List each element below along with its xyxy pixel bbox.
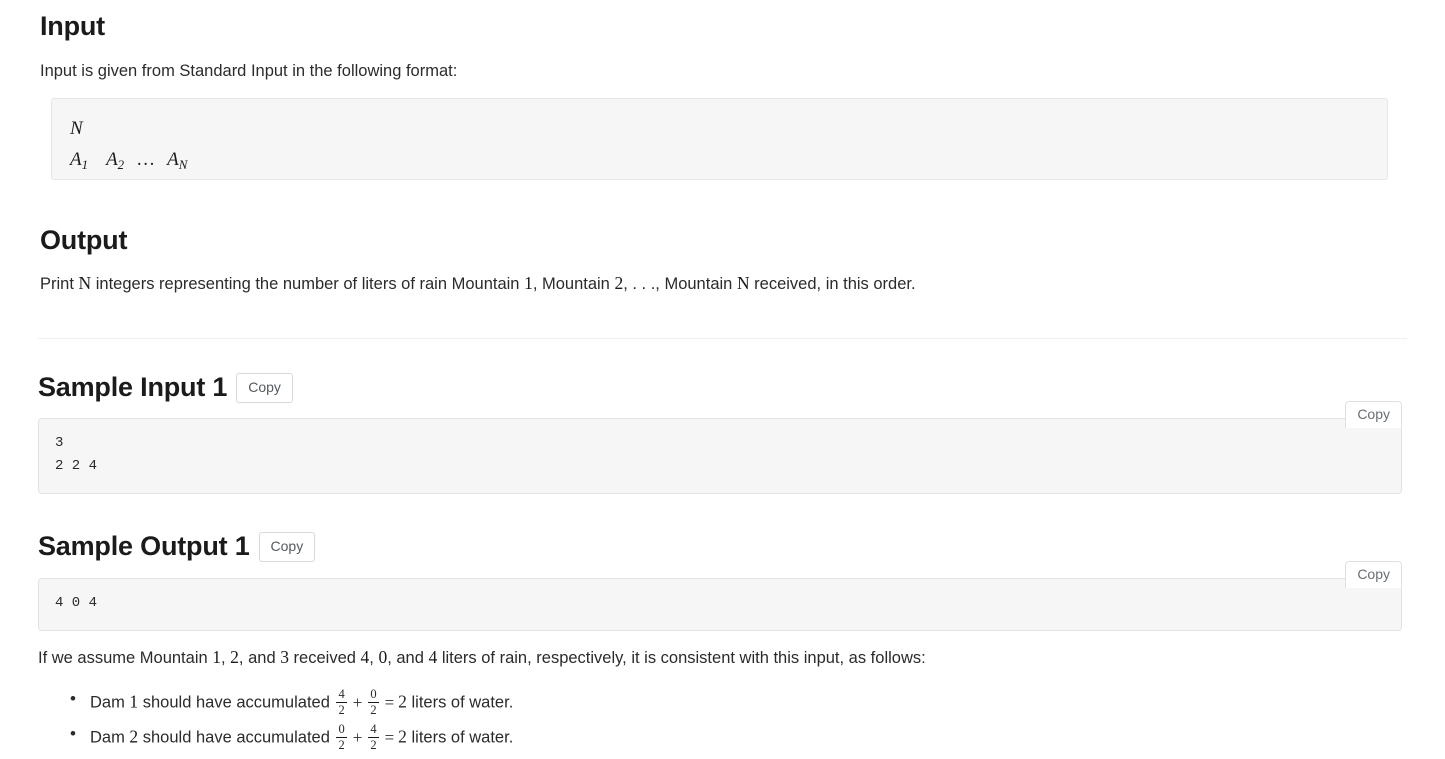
bullet-0-operator: + bbox=[352, 692, 363, 712]
bullet-0-prefix: Dam bbox=[90, 693, 130, 712]
variable-a1: A1 bbox=[70, 149, 89, 173]
output-desc-part4: , . . ., Mountain bbox=[623, 275, 737, 293]
bullet-0-index: 1 bbox=[129, 691, 139, 712]
sample-output-1-heading-row: Sample Output 1 Copy bbox=[38, 531, 316, 562]
variable-an: AN bbox=[167, 149, 188, 173]
sample-output-1-content[interactable]: 4 0 4 bbox=[55, 592, 1385, 615]
explanation-part4: received bbox=[288, 649, 361, 667]
bullet-1-equals: = bbox=[384, 727, 395, 747]
output-desc-part3: , Mountain bbox=[532, 275, 615, 293]
bullet-1-fraction-1: 02 bbox=[336, 722, 347, 753]
sample-input-1-copy-button[interactable]: Copy bbox=[236, 373, 293, 403]
output-desc-var-n-2: N bbox=[736, 273, 750, 293]
output-desc-part2: integers representing the number of lite… bbox=[91, 275, 525, 293]
output-description: Print N integers representing the number… bbox=[40, 271, 916, 297]
sample-output-1-inline-copy-button[interactable]: Copy bbox=[1345, 561, 1402, 588]
output-desc-num-2: 2 bbox=[614, 273, 624, 293]
output-section-heading: Output bbox=[40, 225, 128, 255]
explanation-bullet-list: Dam 1 should have accumulated 42+02=2 li… bbox=[54, 687, 514, 759]
explanation-num-1: 1 bbox=[212, 647, 221, 667]
bullet-0-equals: = bbox=[384, 692, 395, 712]
bullet-0-fraction-1: 42 bbox=[336, 687, 347, 718]
output-desc-var-n: N bbox=[78, 273, 92, 293]
input-section-heading: Input bbox=[40, 11, 105, 41]
bullet-0-fraction-2: 02 bbox=[368, 687, 379, 718]
sample-input-1-inline-copy-button[interactable]: Copy bbox=[1345, 401, 1402, 428]
bullet-1-index: 2 bbox=[129, 726, 139, 747]
explanation-paragraph: If we assume Mountain 1, 2, and 3 receiv… bbox=[38, 645, 926, 671]
sample-output-1-copy-button[interactable]: Copy bbox=[258, 532, 316, 562]
sample-input-1-heading: Sample Input 1 bbox=[38, 372, 228, 403]
variable-a2: A2 bbox=[106, 149, 125, 173]
sample-input-1-content[interactable]: 3 2 2 4 bbox=[55, 432, 1385, 478]
explanation-part1: If we assume Mountain bbox=[38, 649, 213, 667]
list-item: Dam 1 should have accumulated 42+02=2 li… bbox=[70, 687, 514, 718]
bullet-1-suffix: liters of water. bbox=[406, 728, 514, 747]
input-format-line-1: N bbox=[70, 113, 1369, 144]
explanation-num-2: 2 bbox=[230, 647, 239, 667]
explanation-part7: liters of rain, respectively, it is cons… bbox=[437, 649, 926, 667]
explanation-part3: , and bbox=[238, 649, 281, 667]
output-desc-part5: received, in this order. bbox=[749, 275, 916, 293]
variable-n: N bbox=[70, 118, 83, 139]
input-format-line-2: A1 A2 … AN bbox=[70, 144, 1369, 175]
bullet-1-result: 2 bbox=[398, 726, 407, 747]
bullet-1-fraction-2: 42 bbox=[368, 722, 379, 753]
bullet-0-result: 2 bbox=[398, 691, 407, 712]
input-description: Input is given from Standard Input in th… bbox=[40, 62, 458, 80]
explanation-num-6: 4 bbox=[428, 647, 438, 667]
section-divider bbox=[38, 338, 1407, 339]
ellipsis: … bbox=[136, 149, 156, 171]
sample-output-1-heading: Sample Output 1 bbox=[38, 531, 250, 562]
bullet-1-prefix: Dam bbox=[90, 728, 130, 747]
bullet-1-middle: should have accumulated bbox=[138, 728, 335, 747]
sample-output-1-block: Copy 4 0 4 bbox=[38, 561, 1402, 632]
explanation-part2: , bbox=[221, 649, 231, 667]
explanation-num-3: 3 bbox=[280, 647, 289, 667]
explanation-num-4: 4 bbox=[360, 647, 370, 667]
list-item: Dam 2 should have accumulated 02+42=2 li… bbox=[70, 722, 514, 753]
output-desc-part1: Print bbox=[40, 275, 79, 293]
bullet-0-suffix: liters of water. bbox=[406, 693, 514, 712]
explanation-num-5: 0 bbox=[378, 647, 388, 667]
sample-input-1-block: Copy 3 2 2 4 bbox=[38, 401, 1402, 495]
input-format-block: N A1 A2 … AN bbox=[51, 98, 1388, 180]
sample-input-1-heading-row: Sample Input 1 Copy bbox=[38, 372, 293, 403]
bullet-0-middle: should have accumulated bbox=[138, 693, 335, 712]
bullet-1-operator: + bbox=[352, 727, 363, 747]
explanation-part6: , and bbox=[387, 649, 429, 667]
output-desc-num-1: 1 bbox=[524, 273, 533, 293]
